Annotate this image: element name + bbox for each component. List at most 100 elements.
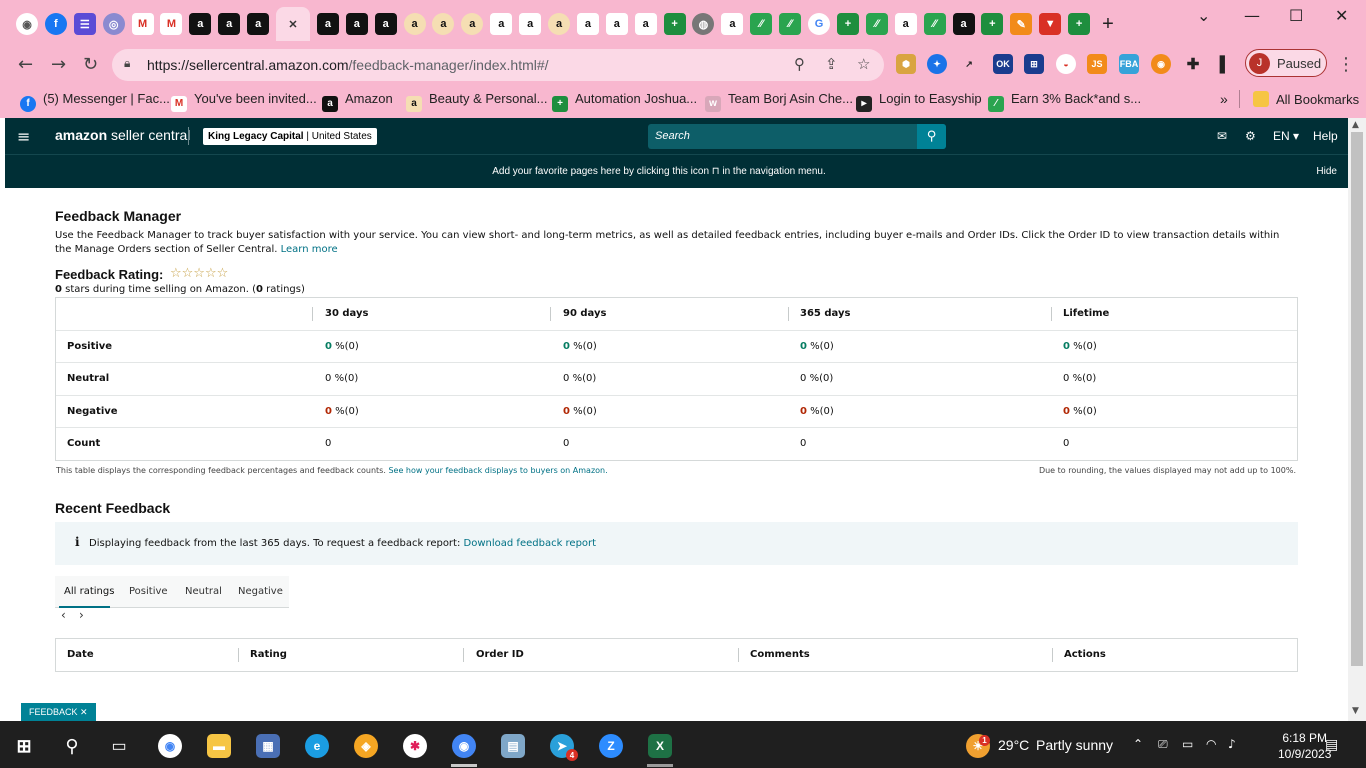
search-input[interactable]: Search bbox=[655, 130, 690, 142]
pokeball-extension-icon[interactable]: ◒ bbox=[1056, 54, 1076, 74]
bookmark-item[interactable]: + Automation Joshua... bbox=[552, 91, 697, 112]
gmail-tab-icon[interactable]: M bbox=[131, 13, 154, 35]
gmail-tab-icon[interactable]: M bbox=[160, 13, 183, 35]
amazon-tab-icon[interactable]: a bbox=[316, 13, 339, 35]
globe-tab-icon[interactable]: ◍ bbox=[692, 13, 715, 35]
wifi-icon[interactable]: ◠ bbox=[1206, 737, 1216, 751]
sheets-tab-icon[interactable]: + bbox=[981, 13, 1004, 35]
hamburger-menu-icon[interactable]: ≡ bbox=[17, 127, 30, 146]
scrollbar-thumb[interactable] bbox=[1351, 132, 1363, 666]
volume-icon[interactable]: ♪ bbox=[1228, 737, 1236, 751]
forward-icon[interactable]: → bbox=[51, 54, 66, 75]
amazon-tab-icon[interactable]: a bbox=[374, 13, 397, 35]
amazon-tab-icon[interactable]: a bbox=[605, 13, 628, 35]
menu-dots-icon[interactable]: ⋮ bbox=[1337, 54, 1355, 75]
all-bookmarks[interactable]: All Bookmarks bbox=[1253, 91, 1359, 107]
amazon-smile-tab-icon[interactable]: a bbox=[461, 13, 484, 35]
banner-hide-button[interactable]: Hide bbox=[1316, 166, 1337, 177]
chrome-tab-icon[interactable]: ◉ bbox=[16, 13, 38, 35]
more-bookmarks-icon[interactable]: » bbox=[1220, 91, 1228, 107]
lock-icon[interactable]: 🔒︎ bbox=[124, 56, 130, 71]
bookmark-star-icon[interactable]: ☆ bbox=[857, 55, 870, 73]
chevron-right-icon[interactable]: › bbox=[79, 608, 84, 622]
amazon-smile-tab-icon[interactable]: a bbox=[432, 13, 455, 35]
reload-icon[interactable]: ↻ bbox=[83, 54, 98, 75]
amazon-tab-icon[interactable]: a bbox=[634, 13, 657, 35]
extension-ok-icon[interactable]: OK bbox=[993, 54, 1013, 74]
bookmark-item[interactable]: a Amazon bbox=[322, 91, 393, 112]
pencil-tab-icon[interactable]: ✎ bbox=[1010, 13, 1033, 35]
amazon-tab-icon[interactable]: a bbox=[721, 13, 744, 35]
system-clock[interactable]: 6:18 PM 10/9/2023 bbox=[1278, 730, 1331, 762]
vpn-app-icon[interactable]: ◈ bbox=[354, 734, 378, 758]
column-header[interactable]: Rating bbox=[250, 649, 287, 660]
notes-app-icon[interactable]: ▤ bbox=[501, 734, 525, 758]
side-panel-icon[interactable]: ▌ bbox=[1215, 54, 1235, 74]
amazon-tab-icon[interactable]: a bbox=[189, 13, 212, 35]
search-icon[interactable]: ⚲ bbox=[60, 734, 84, 758]
column-header[interactable]: Date bbox=[67, 649, 94, 660]
earn-tab-icon[interactable]: ⁄⁄ bbox=[865, 13, 888, 35]
chevron-down-icon[interactable]: ⌄ bbox=[1197, 6, 1210, 25]
extension-icon[interactable]: ⬢ bbox=[896, 54, 916, 74]
tab-negative[interactable]: Negative bbox=[238, 586, 283, 597]
tab-neutral[interactable]: Neutral bbox=[185, 586, 222, 597]
amazon-tab-icon[interactable]: a bbox=[952, 13, 975, 35]
close-window-icon[interactable]: ✕ bbox=[1335, 6, 1348, 25]
sheets-tab-icon[interactable]: + bbox=[1068, 13, 1091, 35]
back-icon[interactable]: ← bbox=[18, 54, 33, 75]
puzzle-extensions-icon[interactable]: ✚ bbox=[1183, 54, 1203, 74]
zoom-icon[interactable]: Z bbox=[599, 734, 623, 758]
sheets-tab-icon[interactable]: + bbox=[663, 13, 686, 35]
url-text[interactable]: https://sellercentral.amazon.com/feedbac… bbox=[147, 57, 549, 73]
extension-icon[interactable]: ⊞ bbox=[1024, 54, 1044, 74]
tab-all-ratings[interactable]: All ratings bbox=[64, 586, 114, 597]
profile-button[interactable]: J Paused bbox=[1245, 49, 1327, 77]
extension-icon[interactable]: ◉ bbox=[1151, 54, 1171, 74]
google-tab-icon[interactable]: G bbox=[808, 13, 831, 35]
task-view-icon[interactable]: ▭ bbox=[107, 734, 131, 758]
minimize-icon[interactable]: — bbox=[1244, 6, 1260, 25]
js-extension-icon[interactable]: JS bbox=[1087, 54, 1107, 74]
maximize-icon[interactable]: ☐ bbox=[1289, 6, 1303, 25]
sheets-tab-icon[interactable]: + bbox=[836, 13, 859, 35]
settings-gear-icon[interactable]: ⚙ bbox=[1245, 129, 1256, 143]
tab-positive[interactable]: Positive bbox=[129, 586, 168, 597]
tray-chevron-up-icon[interactable]: ⌃ bbox=[1133, 737, 1143, 751]
facebook-tab-icon[interactable]: f bbox=[44, 13, 67, 35]
amazon-tab-icon[interactable]: a bbox=[490, 13, 513, 35]
feedback-button[interactable]: FEEDBACK ✕ bbox=[21, 703, 96, 721]
chrome-icon[interactable]: ◉ bbox=[158, 734, 182, 758]
triangle-tab-icon[interactable]: ▼ bbox=[1039, 13, 1062, 35]
bookmark-item[interactable]: f (5) Messenger | Fac... bbox=[20, 91, 170, 112]
amazon-tab-icon[interactable]: a bbox=[576, 13, 599, 35]
list-tab-icon[interactable]: ☰ bbox=[73, 13, 96, 35]
meet-now-icon[interactable]: ⎚ bbox=[1158, 737, 1168, 752]
weather-text[interactable]: Partly sunny bbox=[1036, 737, 1113, 753]
feedback-display-link[interactable]: See how your feedback displays to buyers… bbox=[388, 466, 607, 475]
column-header[interactable]: Comments bbox=[750, 649, 810, 660]
chevron-left-icon[interactable]: ‹ bbox=[61, 608, 66, 622]
earn-tab-icon[interactable]: ⁄⁄ bbox=[779, 13, 802, 35]
page-scrollbar[interactable]: ▲ ▼ bbox=[1348, 118, 1366, 721]
extension-icon[interactable]: ✦ bbox=[927, 54, 947, 74]
learn-more-link[interactable]: Learn more bbox=[281, 244, 338, 255]
language-selector[interactable]: EN ▾ bbox=[1273, 129, 1299, 143]
chrome-profile-icon[interactable]: ◉ bbox=[452, 734, 476, 758]
extension-icon[interactable]: ↗ bbox=[959, 54, 979, 74]
bookmark-item[interactable]: ⁄ Earn 3% Back*and s... bbox=[988, 91, 1141, 112]
download-report-link[interactable]: Download feedback report bbox=[464, 538, 597, 549]
messenger-tab-icon[interactable]: ◎ bbox=[102, 13, 125, 35]
column-header[interactable]: Order ID bbox=[476, 649, 524, 660]
slack-icon[interactable]: ✱ bbox=[403, 734, 427, 758]
network-app-icon[interactable]: ▦ bbox=[256, 734, 280, 758]
file-explorer-icon[interactable]: ▬ bbox=[207, 734, 231, 758]
share-icon[interactable]: ⇪ bbox=[825, 55, 838, 73]
bookmark-item[interactable]: w Team Borj Asin Che... bbox=[705, 91, 853, 112]
scroll-down-icon[interactable]: ▼ bbox=[1352, 706, 1359, 716]
column-header[interactable]: Actions bbox=[1064, 649, 1106, 660]
close-tab-icon[interactable]: ✕ bbox=[276, 7, 311, 41]
seller-central-logo[interactable]: amazon seller central bbox=[55, 127, 190, 143]
notifications-icon[interactable]: ▤ bbox=[1325, 737, 1338, 753]
amazon-tab-icon[interactable]: a bbox=[247, 13, 270, 35]
